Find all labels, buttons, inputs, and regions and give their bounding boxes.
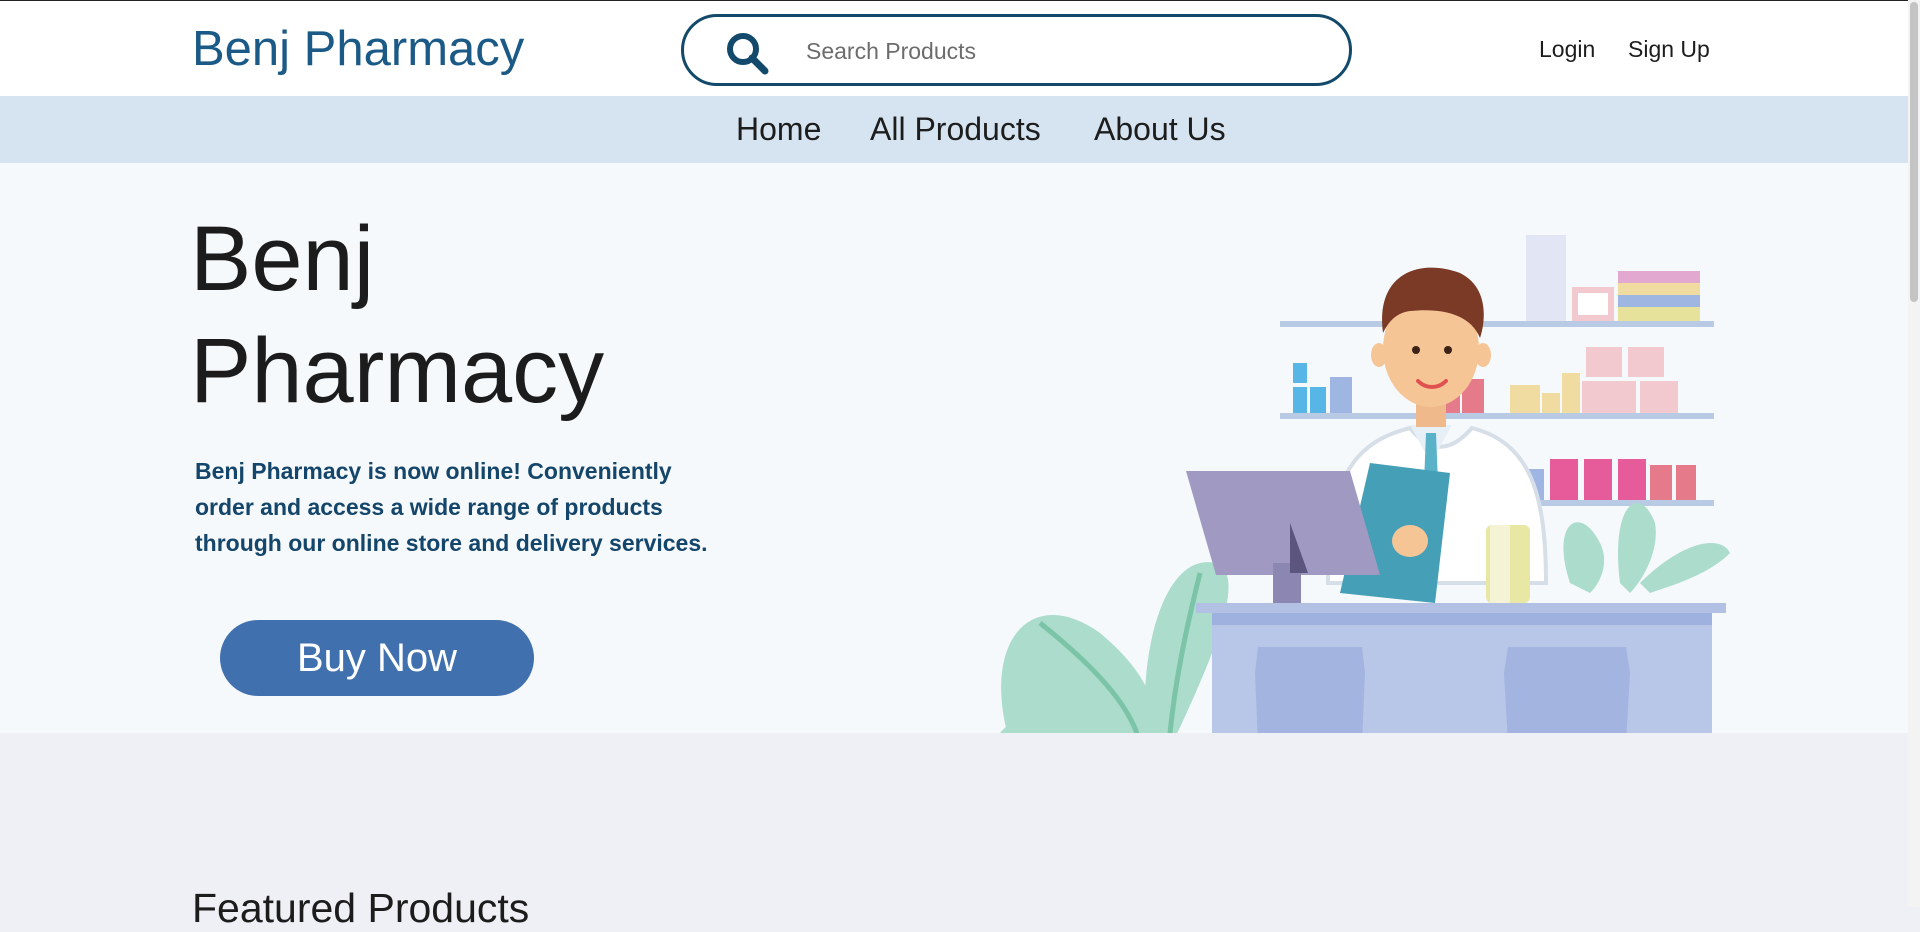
- nav-item-about-us[interactable]: About Us: [1094, 110, 1226, 148]
- hero-title: Benj Pharmacy: [190, 208, 605, 422]
- signup-link[interactable]: Sign Up: [1628, 35, 1710, 63]
- plant-left-illustration: [1000, 562, 1229, 733]
- main-nav: Home All Products About Us: [0, 96, 1920, 163]
- featured-products-heading: Featured Products: [192, 885, 530, 931]
- plant-right-illustration: [1563, 503, 1730, 593]
- search-icon[interactable]: [724, 30, 770, 76]
- buy-now-button[interactable]: Buy Now: [220, 620, 534, 696]
- scrollbar-thumb[interactable]: [1910, 2, 1918, 302]
- counter-illustration: [1196, 603, 1726, 733]
- hero-description: Benj Pharmacy is now online! Convenientl…: [195, 458, 708, 556]
- nav-item-home[interactable]: Home: [736, 110, 821, 148]
- bottle-illustration: [1486, 525, 1530, 603]
- site-header: Benj Pharmacy Login Sign Up: [0, 0, 1920, 96]
- search-bar[interactable]: [681, 14, 1352, 86]
- brand-logo-text[interactable]: Benj Pharmacy: [192, 19, 524, 79]
- hero-section: Benj Pharmacy Benj Pharmacy is now onlin…: [0, 163, 1920, 733]
- search-input[interactable]: [804, 31, 1314, 71]
- nav-item-all-products[interactable]: All Products: [870, 110, 1041, 148]
- login-link[interactable]: Login: [1539, 35, 1595, 63]
- page-scrollbar[interactable]: [1908, 0, 1920, 907]
- pharmacist-illustration: [1000, 235, 1730, 733]
